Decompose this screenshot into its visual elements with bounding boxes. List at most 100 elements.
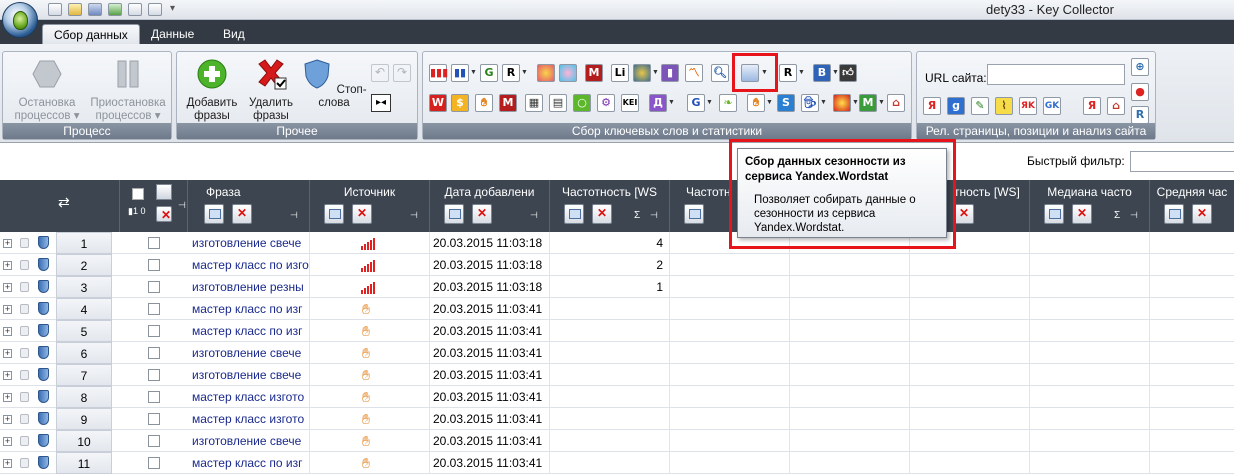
- d-dropdown-icon[interactable]: ▼: [668, 94, 675, 112]
- b-dropdown-icon[interactable]: ▼: [832, 64, 839, 82]
- table-row[interactable]: +11 мастер класс по изг ✋︎ 20.03.2015 11:03…: [0, 452, 1234, 474]
- expand-row-icon[interactable]: +: [3, 327, 12, 336]
- hand-icon[interactable]: ✋︎: [475, 94, 493, 112]
- pin-icon[interactable]: ⊣: [178, 200, 186, 211]
- row-checkbox[interactable]: [148, 281, 160, 293]
- row-checkbox[interactable]: [148, 391, 160, 403]
- b-icon[interactable]: B: [813, 64, 831, 82]
- phrase-cell[interactable]: изготовление свече: [188, 430, 310, 452]
- undo-icon[interactable]: ↶: [371, 64, 389, 82]
- pin-frequency-icon[interactable]: ⊣: [650, 210, 658, 221]
- lock-icon[interactable]: [20, 458, 29, 468]
- thumbs-up-icon[interactable]: 👍︎: [839, 64, 857, 82]
- purple-stats-icon[interactable]: ▮: [661, 64, 679, 82]
- column-chooser-icon[interactable]: ⇄: [58, 194, 70, 211]
- mi-icon[interactable]: M: [499, 94, 517, 112]
- page-check-icon[interactable]: ✎: [971, 97, 989, 115]
- filter-frequency2-icon[interactable]: [684, 204, 704, 224]
- expand-row-icon[interactable]: +: [3, 371, 12, 380]
- yandex-red-icon[interactable]: Я: [1083, 97, 1101, 115]
- red-ball-icon[interactable]: ●: [1131, 83, 1149, 101]
- google-blue-icon[interactable]: g: [947, 97, 965, 115]
- clear-filter-phrase-icon[interactable]: [232, 204, 252, 224]
- open-folder-icon[interactable]: [68, 3, 82, 16]
- google-adwords-icon[interactable]: G: [480, 64, 498, 82]
- customize-toolbar-icon[interactable]: ▾: [170, 3, 175, 14]
- clear-filter-frequency-icon[interactable]: [592, 204, 612, 224]
- expand-row-icon[interactable]: +: [3, 305, 12, 314]
- row-checkbox[interactable]: [148, 259, 160, 271]
- mail-we-icon[interactable]: W: [429, 94, 447, 112]
- phrase-cell[interactable]: изготовление свече: [188, 232, 310, 254]
- pin-date-icon[interactable]: ⊣: [530, 210, 538, 221]
- broom-icon[interactable]: ⌇: [995, 97, 1013, 115]
- shield-icon[interactable]: [38, 346, 49, 359]
- filter-select-icon[interactable]: [156, 184, 172, 200]
- expand-row-icon[interactable]: +: [3, 261, 12, 270]
- burst-dropdown-icon[interactable]: ▼: [852, 94, 859, 112]
- filter-frequency-icon[interactable]: [564, 204, 584, 224]
- shield-icon[interactable]: [38, 368, 49, 381]
- m-dropdown-icon[interactable]: ▼: [878, 94, 885, 112]
- delete-phrases-button[interactable]: Удалить фразы: [245, 58, 297, 123]
- phrase-cell[interactable]: изготовление резны: [188, 276, 310, 298]
- calculator-icon[interactable]: ▤: [549, 94, 567, 112]
- table-row[interactable]: +7 изготовление свече ✋︎ 20.03.2015 11:03:4…: [0, 364, 1234, 386]
- phrase-cell[interactable]: мастер класс изгото: [188, 386, 310, 408]
- rambler-icon[interactable]: R: [502, 64, 520, 82]
- r-icon[interactable]: R: [779, 64, 797, 82]
- google-k-icon[interactable]: GK: [1043, 97, 1061, 115]
- row-checkbox[interactable]: [148, 303, 160, 315]
- liveinternet-icon[interactable]: [537, 64, 555, 82]
- lock-icon[interactable]: [20, 370, 29, 380]
- leaf-icon[interactable]: ❧: [719, 94, 737, 112]
- clear-filter-source-icon[interactable]: [352, 204, 372, 224]
- redo-icon[interactable]: ↷: [393, 64, 411, 82]
- table-row[interactable]: +3 изготовление резны 20.03.2015 11:03:18 1: [0, 276, 1234, 298]
- lock-icon[interactable]: [20, 326, 29, 336]
- rambler-dropdown-icon[interactable]: ▼: [521, 64, 528, 82]
- table-row[interactable]: +9 мастер класс изгото ✋︎ 20.03.2015 11:03:…: [0, 408, 1234, 430]
- shield-icon[interactable]: [38, 390, 49, 403]
- globe-stats-icon[interactable]: [633, 64, 651, 82]
- table-row[interactable]: +10 изготовление свече ✋︎ 20.03.2015 11:03:…: [0, 430, 1234, 452]
- qr-icon[interactable]: ▦: [525, 94, 543, 112]
- phrase-cell[interactable]: мастер класс по изг: [188, 452, 310, 474]
- r-dropdown-icon[interactable]: ▼: [798, 64, 805, 82]
- clear-select-filter-icon[interactable]: [156, 206, 172, 222]
- table-row[interactable]: +1 изготовление свече 20.03.2015 11:03:18 4: [0, 232, 1234, 254]
- shield-icon[interactable]: [38, 280, 49, 293]
- pause-processes-button[interactable]: Приостановка процессов ▾: [89, 58, 167, 123]
- table-row[interactable]: +6 изготовление свече ✋︎ 20.03.2015 11:03:4…: [0, 342, 1234, 364]
- table-row[interactable]: +8 мастер класс изгото ✋︎ 20.03.2015 11:03:…: [0, 386, 1234, 408]
- dollar-icon[interactable]: $: [451, 94, 469, 112]
- stop-words-button[interactable]: Стоп-слова: [301, 58, 367, 110]
- lock-icon[interactable]: [20, 436, 29, 446]
- phrase-cell[interactable]: мастер класс по изг: [188, 298, 310, 320]
- phrase-cell[interactable]: мастер класс по изго: [188, 254, 310, 276]
- table-row[interactable]: +4 мастер класс по изг ✋︎ 20.03.2015 11:03:…: [0, 298, 1234, 320]
- tab-data-collection[interactable]: Сбор данных: [42, 24, 140, 44]
- globe-settings-icon[interactable]: ⊕: [1131, 58, 1149, 76]
- row-checkbox[interactable]: [148, 457, 160, 469]
- house-red-icon[interactable]: ⌂: [1107, 97, 1125, 115]
- pin-source-icon[interactable]: ⊣: [410, 210, 418, 221]
- sum-median-icon[interactable]: Σ: [1114, 210, 1120, 221]
- phrase-cell[interactable]: изготовление свече: [188, 342, 310, 364]
- tab-data[interactable]: Данные: [140, 24, 205, 44]
- expand-row-icon[interactable]: +: [3, 283, 12, 292]
- toggle-selection-icon[interactable]: ▮1 0: [128, 206, 145, 217]
- filter-date-icon[interactable]: [444, 204, 464, 224]
- burst-icon[interactable]: [833, 94, 851, 112]
- r-blue-icon[interactable]: R: [1131, 106, 1149, 124]
- expand-row-icon[interactable]: +: [3, 459, 12, 468]
- d-icon[interactable]: Д: [649, 94, 667, 112]
- yandex-wordstat-bars-icon[interactable]: ▮▮▮: [429, 64, 448, 82]
- trend-chart-icon[interactable]: 〽: [685, 64, 703, 82]
- export-icon[interactable]: [108, 3, 122, 16]
- yandex-k-icon[interactable]: ЯK: [1019, 97, 1037, 115]
- lock-icon[interactable]: [20, 348, 29, 358]
- split-arrows-icon[interactable]: ▸◂: [371, 94, 391, 112]
- phrase-cell[interactable]: мастер класс по изг: [188, 320, 310, 342]
- mail-m-icon[interactable]: M: [585, 64, 603, 82]
